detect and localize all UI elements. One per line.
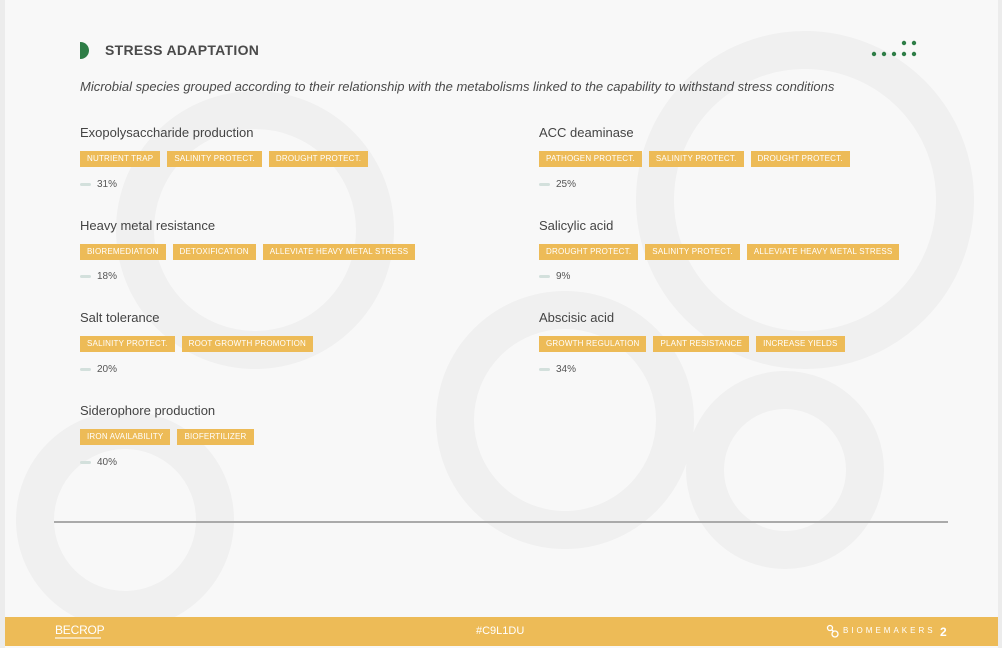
percent-value: 25% (556, 178, 577, 190)
tag: BIOREMEDIATION (80, 243, 166, 260)
tag: SALINITY PROTECT. (645, 243, 740, 260)
percent-bar (80, 182, 91, 186)
metabolism-item: Exopolysaccharide production NUTRIENT TR… (80, 124, 520, 217)
tag: NUTRIENT TRAP (80, 151, 161, 167)
percent-bar (539, 275, 550, 279)
percent-row: 18% (80, 270, 520, 284)
section-title: STRESS ADAPTATION (105, 42, 260, 58)
tag: ALLEVIATE HEAVY METAL STRESS (746, 243, 900, 260)
percent-row: 31% (80, 177, 520, 191)
tag: GROWTH REGULATION (539, 336, 647, 353)
section-header: STRESS ADAPTATION (80, 40, 259, 60)
percent-bar (80, 367, 91, 371)
percent-value: 34% (556, 363, 577, 375)
tag-list: IRON AVAILABILITY BIOFERTILIZER (80, 429, 520, 446)
percent-row: 25% (539, 177, 979, 191)
metabolism-title: Heavy metal resistance (80, 217, 216, 233)
section-divider (54, 521, 948, 523)
left-column: Exopolysaccharide production NUTRIENT TR… (80, 124, 520, 495)
becrop-logo-underline (55, 637, 101, 639)
percent-value: 31% (97, 178, 118, 190)
becrop-logo: BECROP (55, 623, 105, 637)
percent-value: 18% (97, 271, 118, 283)
tag: DROUGHT PROTECT. (539, 243, 639, 260)
sample-code: #C9L1DU (476, 625, 525, 637)
percent-value: 20% (97, 363, 118, 375)
section-subtitle: Microbial species grouped according to t… (80, 79, 835, 94)
tag-list: DROUGHT PROTECT. SALINITY PROTECT. ALLEV… (539, 243, 979, 260)
footer-bar: BECROP #C9L1DU BIOMEMAKERS 2 (5, 617, 998, 646)
tag: IRON AVAILABILITY (80, 429, 171, 446)
metabolism-item: Heavy metal resistance BIOREMEDIATION DE… (80, 217, 520, 310)
percent-bar (539, 182, 550, 186)
biomemakers-logo: BIOMEMAKERS (843, 626, 936, 635)
tag: ROOT GROWTH PROMOTION (181, 336, 313, 353)
tag: SALINITY PROTECT. (167, 151, 262, 167)
half-circle-icon (80, 41, 89, 59)
tag: DROUGHT PROTECT. (750, 151, 850, 167)
percent-row: 34% (539, 362, 979, 376)
metabolism-item: ACC deaminase PATHOGEN PROTECT. SALINITY… (539, 124, 979, 217)
tag: BIOFERTILIZER (177, 429, 254, 446)
metabolism-item: Siderophore production IRON AVAILABILITY… (80, 402, 520, 495)
metabolism-title: Siderophore production (80, 403, 216, 419)
tag: INCREASE YIELDS (756, 336, 845, 353)
tag: DETOXIFICATION (172, 243, 256, 260)
metabolism-title: Salt tolerance (80, 310, 160, 326)
percent-bar (539, 367, 550, 371)
biomemakers-logo-icon (826, 624, 839, 638)
percent-value: 9% (556, 271, 571, 283)
metabolism-title: Abscisic acid (539, 310, 615, 326)
percent-row: 20% (80, 362, 520, 376)
percent-row: 9% (539, 270, 979, 284)
metabolism-title: ACC deaminase (539, 125, 634, 140)
tag-list: BIOREMEDIATION DETOXIFICATION ALLEVIATE … (80, 243, 520, 260)
tag: PATHOGEN PROTECT. (539, 151, 642, 167)
tag: ALLEVIATE HEAVY METAL STRESS (262, 243, 416, 260)
percent-bar (80, 275, 91, 279)
percent-bar (80, 460, 91, 464)
percent-row: 40% (80, 455, 520, 469)
percent-value: 40% (97, 456, 118, 468)
tag: SALINITY PROTECT. (648, 151, 744, 167)
report-page: STRESS ADAPTATION Microbial species grou… (5, 0, 998, 648)
metabolism-title: Salicylic acid (539, 217, 614, 233)
metabolism-item: Abscisic acid GROWTH REGULATION PLANT RE… (539, 309, 979, 402)
metabolism-item: Salicylic acid DROUGHT PROTECT. SALINITY… (539, 217, 979, 310)
tag: DROUGHT PROTECT. (268, 151, 369, 167)
tag-list: GROWTH REGULATION PLANT RESISTANCE INCRE… (539, 336, 979, 353)
dots-pattern-icon (871, 40, 917, 57)
right-column: ACC deaminase PATHOGEN PROTECT. SALINITY… (539, 124, 979, 402)
metabolism-title: Exopolysaccharide production (80, 125, 254, 140)
tag-list: SALINITY PROTECT. ROOT GROWTH PROMOTION (80, 336, 520, 353)
page-number: 2 (940, 625, 947, 639)
tag-list: NUTRIENT TRAP SALINITY PROTECT. DROUGHT … (80, 151, 520, 167)
tag-list: PATHOGEN PROTECT. SALINITY PROTECT. DROU… (539, 151, 979, 167)
tag: PLANT RESISTANCE (653, 336, 750, 353)
tag: SALINITY PROTECT. (80, 336, 175, 353)
metabolism-item: Salt tolerance SALINITY PROTECT. ROOT GR… (80, 309, 520, 402)
